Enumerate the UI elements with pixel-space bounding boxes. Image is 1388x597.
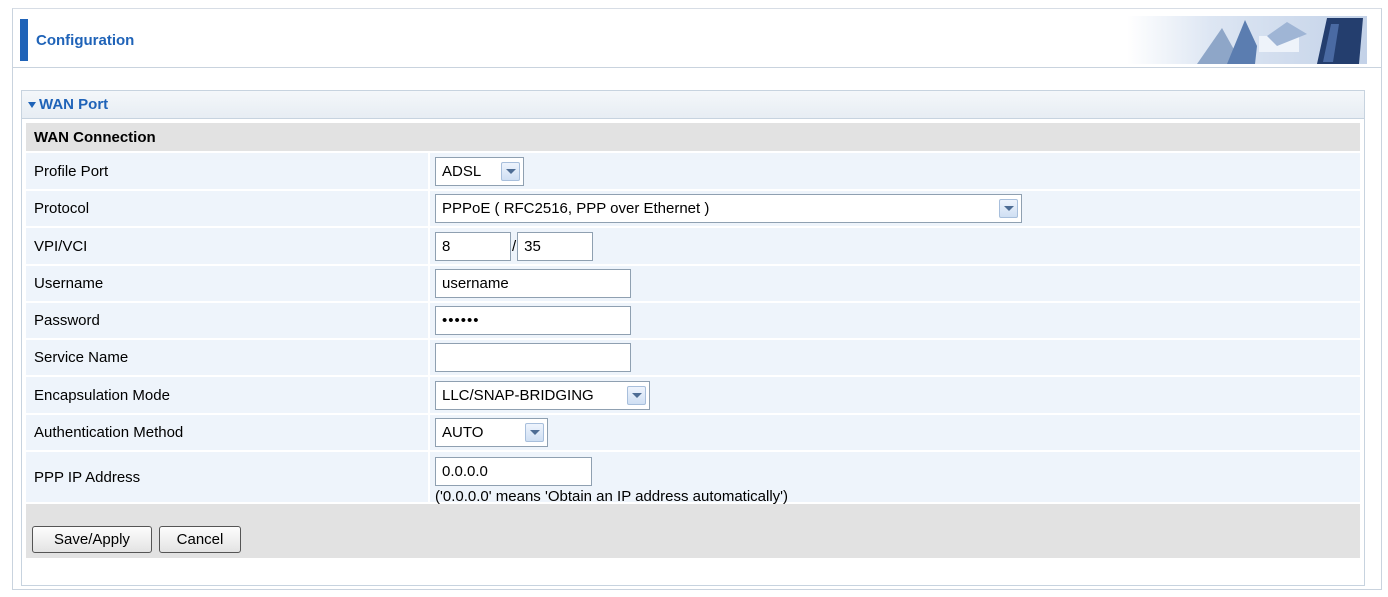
form-row-encapsulation: Encapsulation Mode LLC/SNAP-BRIDGING (26, 377, 1360, 413)
service-name-label: Service Name (26, 340, 428, 375)
ppp-ip-hint: ('0.0.0.0' means 'Obtain an IP address a… (435, 488, 789, 505)
page-frame: Configuration WAN Port WAN Connection Pr… (12, 8, 1382, 590)
vci-input[interactable]: 35 (517, 231, 594, 261)
auth-method-label: Authentication Method (26, 415, 428, 450)
protocol-label: Protocol (26, 191, 428, 226)
form-row-username: Username username (26, 266, 1360, 301)
wan-port-panel: WAN Port WAN Connection Profile Port ADS… (21, 90, 1365, 586)
form-row-vpi-vci: VPI/VCI 8 / 35 (26, 228, 1360, 264)
chevron-down-icon[interactable] (627, 385, 646, 405)
profile-port-value: ADSL (442, 162, 482, 180)
chevron-down-icon[interactable] (525, 423, 544, 442)
profile-port-label: Profile Port (26, 153, 428, 189)
page-header: Configuration (13, 9, 1381, 68)
form-row-password: Password •••••• (26, 303, 1360, 338)
section-title: WAN Connection (26, 123, 1360, 151)
cancel-button[interactable]: Cancel (159, 526, 241, 553)
form-row-auth-method: Authentication Method AUTO (26, 415, 1360, 450)
header-accent-bar (20, 19, 28, 61)
collapse-triangle-icon[interactable] (28, 102, 36, 108)
vpi-vci-separator: / (512, 237, 517, 255)
panel-header[interactable]: WAN Port (22, 91, 1364, 119)
chevron-down-icon[interactable] (501, 161, 520, 181)
chevron-down-icon[interactable] (999, 199, 1018, 218)
auth-method-select[interactable]: AUTO (435, 418, 548, 447)
ppp-ip-input[interactable]: 0.0.0.0 (435, 457, 592, 486)
form-row-ppp-ip: PPP IP Address 0.0.0.0 ('0.0.0.0' means … (26, 452, 1360, 505)
password-label: Password (26, 303, 428, 338)
form-row-profile-port: Profile Port ADSL (26, 153, 1360, 189)
username-label: Username (26, 266, 428, 301)
vpi-input[interactable]: 8 (435, 231, 511, 261)
username-input[interactable]: username (435, 269, 631, 298)
form-row-service-name: Service Name (26, 340, 1360, 375)
save-apply-button[interactable]: Save/Apply (32, 526, 152, 553)
service-name-input[interactable] (435, 343, 631, 372)
banner-graphic-icon (1127, 16, 1367, 64)
encapsulation-label: Encapsulation Mode (26, 377, 428, 413)
panel-title: WAN Port (39, 96, 109, 113)
page-title: Configuration (36, 32, 135, 49)
encapsulation-value: LLC/SNAP-BRIDGING (442, 386, 594, 404)
protocol-value: PPPoE ( RFC2516, PPP over Ethernet ) (442, 200, 710, 217)
ppp-ip-label: PPP IP Address (26, 452, 428, 502)
vpi-vci-label: VPI/VCI (26, 228, 428, 264)
protocol-select[interactable]: PPPoE ( RFC2516, PPP over Ethernet ) (435, 194, 1022, 223)
form-row-protocol: Protocol PPPoE ( RFC2516, PPP over Ether… (26, 191, 1360, 226)
encapsulation-select[interactable]: LLC/SNAP-BRIDGING (435, 380, 650, 410)
profile-port-select[interactable]: ADSL (435, 156, 524, 186)
button-bar: Save/Apply Cancel (26, 504, 1360, 558)
auth-method-value: AUTO (442, 424, 484, 441)
password-input[interactable]: •••••• (435, 306, 631, 335)
